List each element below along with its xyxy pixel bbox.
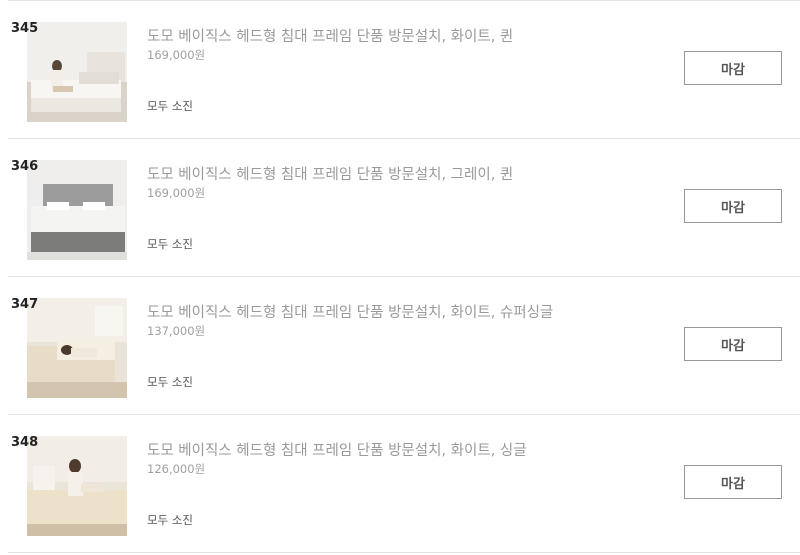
product-image[interactable] <box>27 436 127 536</box>
product-price: 126,000원 <box>147 462 206 476</box>
stock-status: 모두 소진 <box>147 237 193 251</box>
product-title[interactable]: 도모 베이직스 헤드형 침대 프레임 단품 방문설치, 화이트, 퀸 <box>147 25 513 46</box>
closed-button[interactable]: 마감 <box>684 51 782 85</box>
rank-number: 347 <box>11 297 39 312</box>
closed-button[interactable]: 마감 <box>684 189 782 223</box>
product-image[interactable] <box>27 298 127 398</box>
stock-status: 모두 소진 <box>147 375 193 389</box>
closed-button[interactable]: 마감 <box>684 465 782 499</box>
product-price: 137,000원 <box>147 324 206 338</box>
product-price: 169,000원 <box>147 48 206 62</box>
product-title[interactable]: 도모 베이직스 헤드형 침대 프레임 단품 방문설치, 화이트, 슈퍼싱글 <box>147 301 553 322</box>
closed-button[interactable]: 마감 <box>684 327 782 361</box>
product-row: 347 도모 베이직스 헤드형 침대 프레임 단품 방문설치, 화이트, 슈퍼싱… <box>8 277 800 415</box>
product-row: 345 도모 베이직스 헤드형 침대 프레임 단품 방문설치, 화이트, 퀸 1… <box>8 1 800 139</box>
product-row: 348 도모 베이직스 헤드형 침대 프레임 단품 방문설치, 화이트, 싱글 … <box>8 415 800 553</box>
rank-number: 345 <box>11 21 39 36</box>
rank-number: 348 <box>11 435 39 450</box>
product-image[interactable] <box>27 22 127 122</box>
stock-status: 모두 소진 <box>147 513 193 527</box>
product-title[interactable]: 도모 베이직스 헤드형 침대 프레임 단품 방문설치, 그레이, 퀸 <box>147 163 513 184</box>
rank-number: 346 <box>11 159 39 174</box>
product-price: 169,000원 <box>147 186 206 200</box>
product-title[interactable]: 도모 베이직스 헤드형 침대 프레임 단품 방문설치, 화이트, 싱글 <box>147 439 527 460</box>
product-image[interactable] <box>27 160 127 260</box>
stock-status: 모두 소진 <box>147 99 193 113</box>
product-row: 346 도모 베이직스 헤드형 침대 프레임 단품 방문설치, 그레이, 퀸 1… <box>8 139 800 277</box>
